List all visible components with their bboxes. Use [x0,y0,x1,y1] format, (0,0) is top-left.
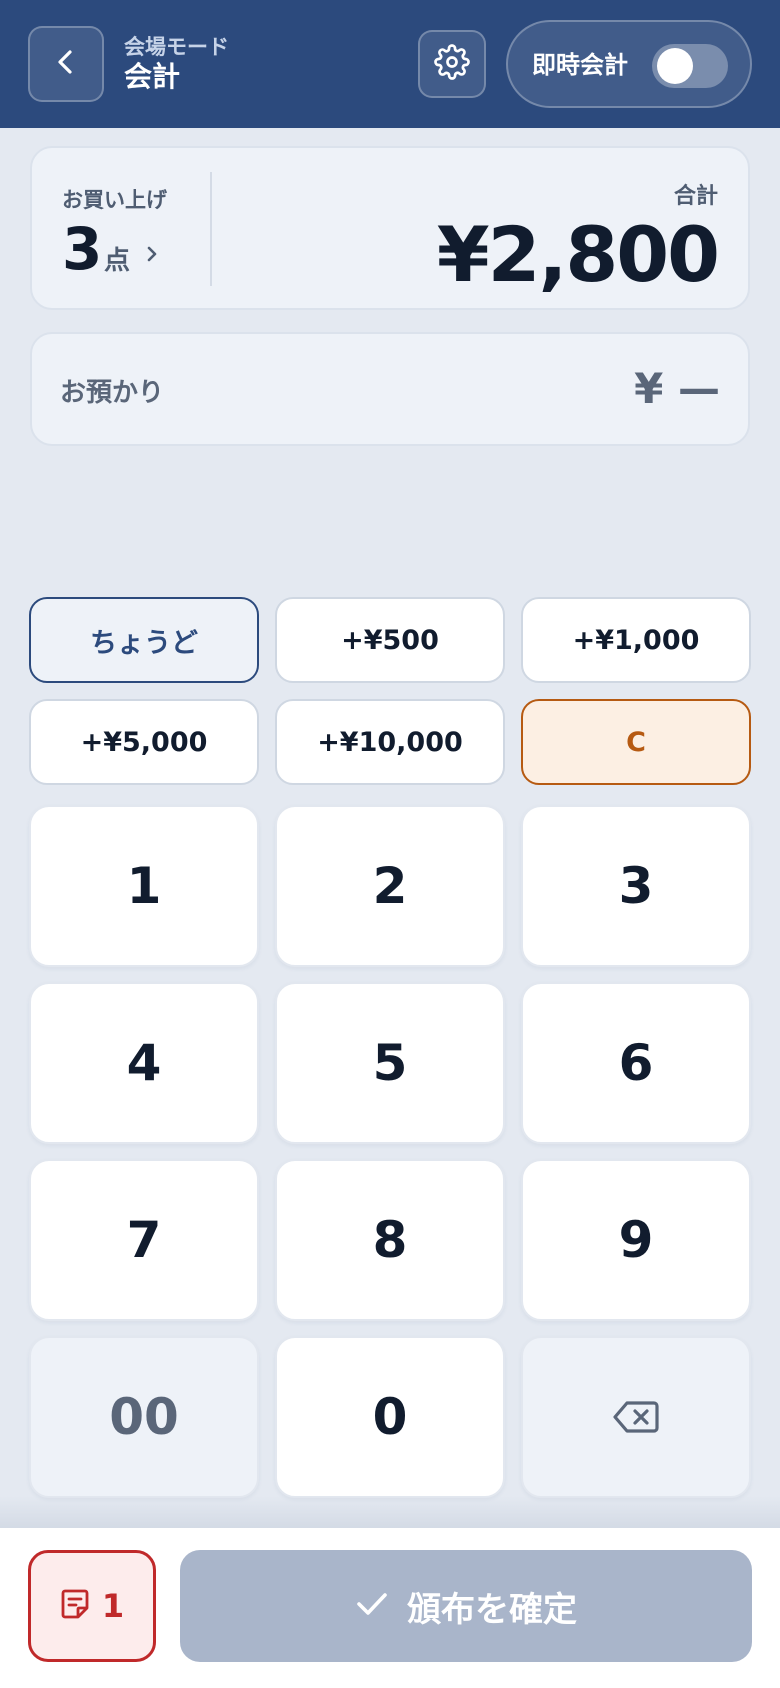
key-0[interactable]: 0 [275,1336,505,1498]
instant-checkout-toggle[interactable] [652,44,728,88]
back-button[interactable] [28,26,104,102]
summary-divider [210,172,212,286]
add-1000-button[interactable]: +¥1,000 [521,597,751,683]
key-2[interactable]: 2 [275,805,505,967]
pending-tickets-count: 1 [101,1587,125,1625]
key-1[interactable]: 1 [29,805,259,967]
chevron-right-icon[interactable] [142,242,162,270]
key-9[interactable]: 9 [521,1159,751,1321]
mode-label: 会場モード [124,35,229,59]
toggle-knob [657,48,693,84]
confirm-label: 頒布を確定 [407,1589,577,1630]
confirm-distribution-button[interactable]: 頒布を確定 [180,1550,752,1662]
key-6[interactable]: 6 [521,982,751,1144]
instant-checkout-label: 即時会計 [532,51,628,79]
page-title: 会計 [124,60,181,93]
order-summary-card: お買い上げ 3 点 合計 ¥2,800 [30,146,750,310]
add-10000-button[interactable]: +¥10,000 [275,699,505,785]
items-unit: 点 [104,246,131,276]
instant-checkout-control: 即時会計 [506,20,752,108]
page-title-group: 会場モード 会計 [124,34,229,94]
note-icon [60,1588,90,1624]
key-5[interactable]: 5 [275,982,505,1144]
key-00[interactable]: 00 [29,1336,259,1498]
backspace-button[interactable] [521,1336,751,1498]
received-amount: ¥ — [634,364,720,413]
gear-icon [434,44,470,84]
bottom-action-bar: 1 頒布を確定 [0,1528,780,1688]
received-label: お預かり [60,378,165,408]
key-3[interactable]: 3 [521,805,751,967]
exact-amount-button[interactable]: ちょうど [29,597,259,683]
key-4[interactable]: 4 [29,982,259,1144]
clear-button[interactable]: C [521,699,751,785]
total-label: 合計 [673,184,718,209]
add-500-button[interactable]: +¥500 [275,597,505,683]
check-icon [355,1590,389,1622]
app-header: 会場モード 会計 即時会計 [0,0,780,128]
settings-button[interactable] [418,30,486,98]
pending-tickets-button[interactable]: 1 [28,1550,156,1662]
backspace-icon [613,1388,659,1446]
add-5000-button[interactable]: +¥5,000 [29,699,259,785]
key-8[interactable]: 8 [275,1159,505,1321]
bottom-shade [0,1496,780,1528]
items-label: お買い上げ [62,188,167,212]
key-7[interactable]: 7 [29,1159,259,1321]
total-amount: ¥2,800 [436,210,720,299]
received-amount-card: お預かり ¥ — [30,332,750,446]
items-count[interactable]: 3 [62,214,102,284]
chevron-left-icon [51,47,81,81]
